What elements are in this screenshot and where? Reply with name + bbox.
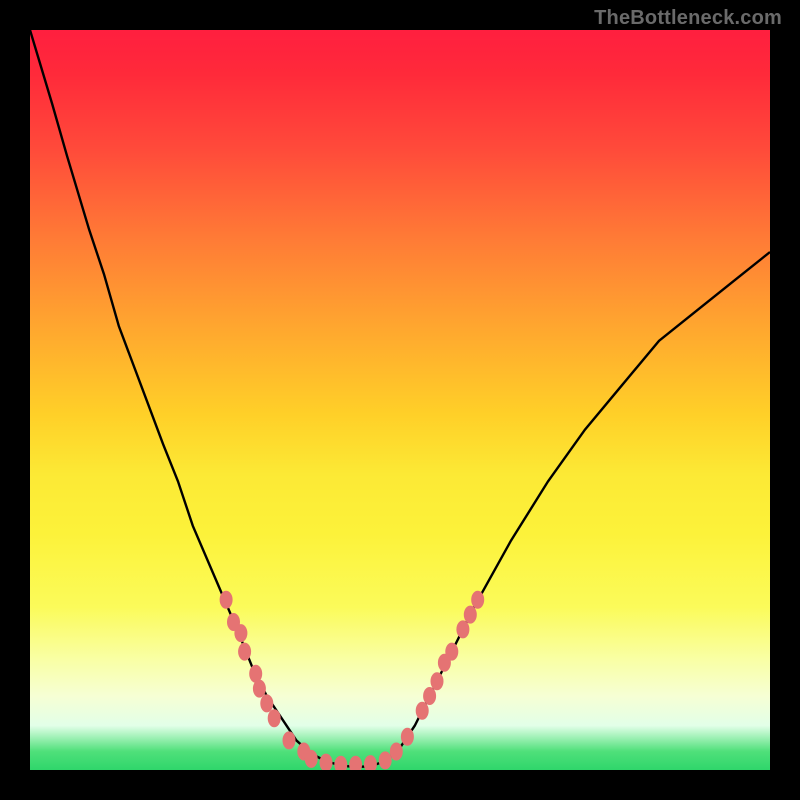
- marker-dot: [423, 687, 436, 705]
- marker-dot: [401, 728, 414, 746]
- marker-dot: [471, 591, 484, 609]
- marker-dot: [431, 672, 444, 690]
- chart-frame: TheBottleneck.com: [0, 0, 800, 800]
- marker-dot: [334, 756, 347, 770]
- plot-area: [30, 30, 770, 770]
- curve-line: [30, 30, 770, 767]
- chart-svg: [30, 30, 770, 770]
- marker-dot: [456, 620, 469, 638]
- marker-dot: [253, 680, 266, 698]
- watermark-text: TheBottleneck.com: [594, 7, 782, 30]
- marker-dot: [238, 643, 251, 661]
- marker-dot: [305, 750, 318, 768]
- marker-dot: [220, 591, 233, 609]
- marker-dot: [349, 756, 362, 770]
- marker-dot: [320, 754, 333, 770]
- marker-dot: [283, 731, 296, 749]
- marker-dot: [445, 643, 458, 661]
- marker-dot: [260, 694, 273, 712]
- marker-dot: [464, 606, 477, 624]
- marker-dot: [268, 709, 281, 727]
- marker-group: [220, 591, 485, 770]
- marker-dot: [234, 624, 247, 642]
- marker-dot: [364, 755, 377, 770]
- marker-dot: [390, 743, 403, 761]
- marker-dot: [379, 751, 392, 769]
- marker-dot: [416, 702, 429, 720]
